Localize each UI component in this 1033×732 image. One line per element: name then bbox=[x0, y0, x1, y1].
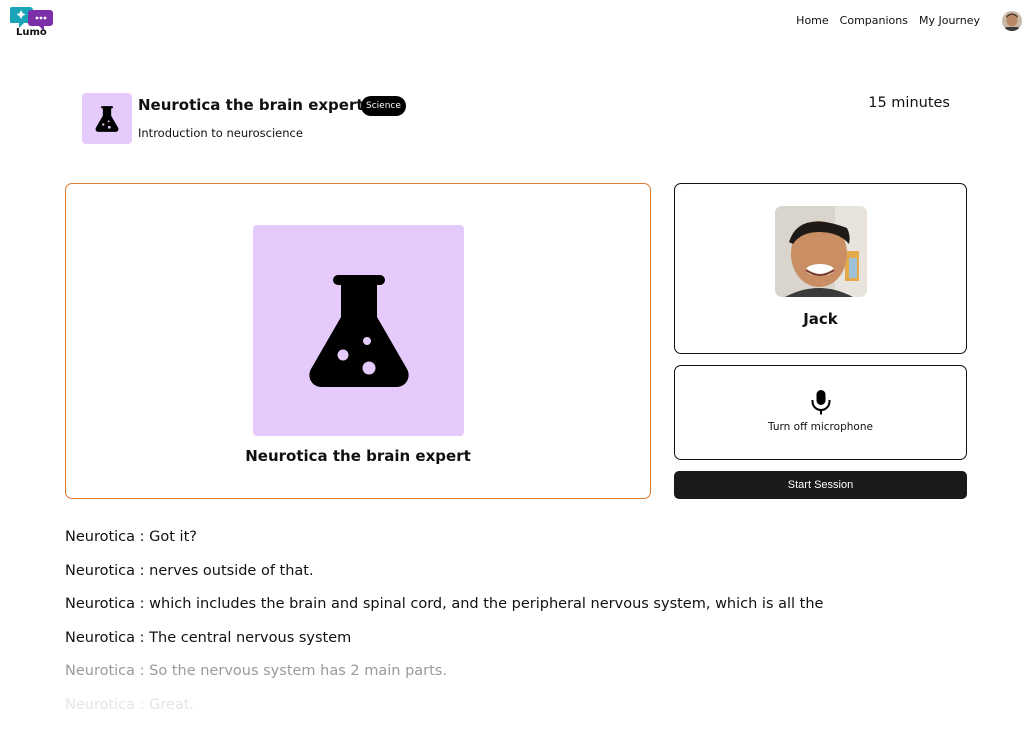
user-photo bbox=[775, 206, 867, 297]
transcript-line: Neurotica : Got it? bbox=[65, 529, 197, 545]
companion-card: Neurotica the brain expert bbox=[65, 183, 651, 499]
transcript-speaker: Neurotica bbox=[65, 629, 136, 646]
subject-badge: Science bbox=[361, 96, 406, 116]
transcript-line: Neurotica : The central nervous system bbox=[65, 629, 352, 646]
companion-name: Neurotica the brain expert bbox=[245, 447, 471, 465]
transcript-speaker: Neurotica bbox=[65, 562, 136, 579]
transcript-text: nerves outside of that. bbox=[149, 562, 314, 579]
companion-avatar bbox=[253, 225, 464, 436]
transcript-text: Got it? bbox=[149, 529, 197, 545]
transcript-speaker: Neurotica bbox=[65, 663, 136, 680]
transcript-line: Neurotica : Great. bbox=[65, 696, 195, 713]
nav-link-home[interactable]: Home bbox=[796, 14, 828, 27]
microphone-toggle-button[interactable]: Turn off microphone bbox=[674, 365, 967, 460]
brand-name: Lumo bbox=[16, 27, 47, 38]
user-photo-image bbox=[775, 206, 867, 297]
subject-icon-box bbox=[82, 93, 132, 144]
transcript-speaker: Neurotica bbox=[65, 596, 136, 613]
page-title: Neurotica the brain expert bbox=[138, 96, 364, 114]
start-session-button[interactable]: Start Session bbox=[674, 471, 967, 499]
transcript: Neurotica : Got it? Neurotica : nerves o… bbox=[65, 526, 965, 728]
microphone-icon bbox=[811, 390, 831, 415]
transcript-line: Neurotica : nerves outside of that. bbox=[65, 562, 314, 579]
flask-icon bbox=[95, 105, 119, 132]
transcript-text: So the nervous system has 2 main parts. bbox=[149, 663, 447, 680]
transcript-text: The central nervous system bbox=[149, 629, 352, 646]
nav-link-my-journey[interactable]: My Journey bbox=[919, 14, 980, 27]
transcript-speaker: Neurotica bbox=[65, 529, 136, 545]
transcript-text: Great. bbox=[149, 696, 195, 713]
user-avatar[interactable] bbox=[1002, 11, 1022, 31]
microphone-toggle-label: Turn off microphone bbox=[768, 421, 873, 433]
transcript-line: Neurotica : which includes the brain and… bbox=[65, 596, 824, 613]
user-avatar-image bbox=[1002, 11, 1022, 31]
page-subtitle: Introduction to neuroscience bbox=[138, 126, 303, 140]
user-card: Jack bbox=[674, 183, 967, 354]
transcript-speaker: Neurotica bbox=[65, 696, 136, 713]
nav-link-companions[interactable]: Companions bbox=[840, 14, 908, 27]
session-duration: 15 minutes bbox=[868, 95, 950, 111]
top-nav: Home Companions My Journey bbox=[796, 14, 980, 27]
user-name: Jack bbox=[803, 310, 838, 328]
transcript-text: which includes the brain and spinal cord… bbox=[149, 596, 824, 613]
flask-icon bbox=[308, 274, 409, 387]
transcript-line: Neurotica : So the nervous system has 2 … bbox=[65, 663, 447, 680]
